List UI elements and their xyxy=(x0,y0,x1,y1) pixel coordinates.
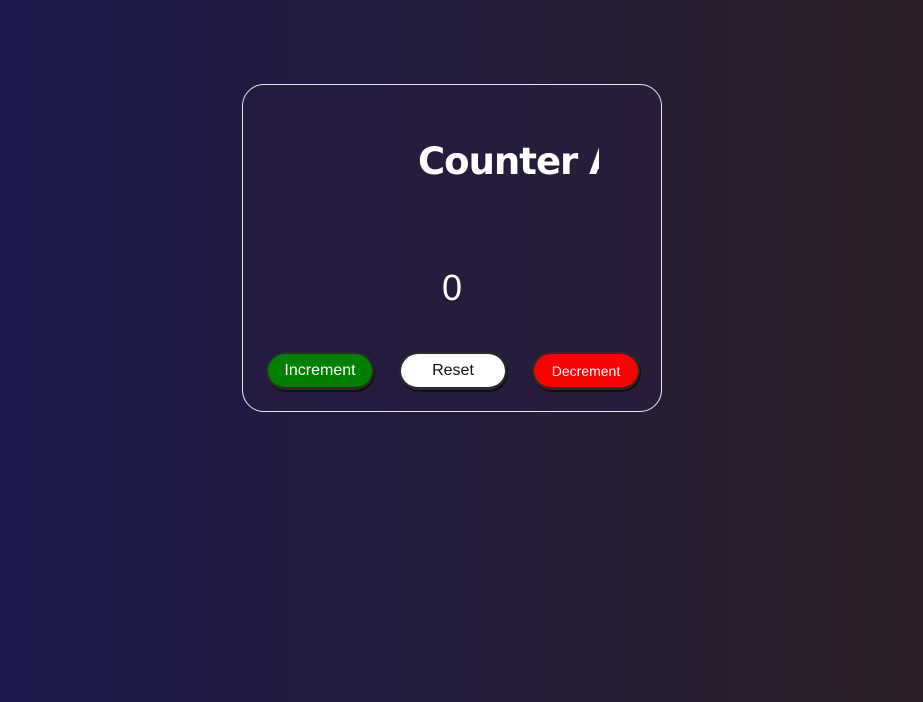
page-title: Counter App xyxy=(418,140,599,183)
title-container: Counter App xyxy=(418,137,599,187)
increment-button[interactable]: Increment xyxy=(266,352,374,390)
counter-value: 0 xyxy=(441,267,463,308)
reset-button[interactable]: Reset xyxy=(399,352,507,390)
decrement-button[interactable]: Decrement xyxy=(532,352,640,390)
counter-card: Counter App 0 Increment Reset Decrement xyxy=(242,84,662,412)
